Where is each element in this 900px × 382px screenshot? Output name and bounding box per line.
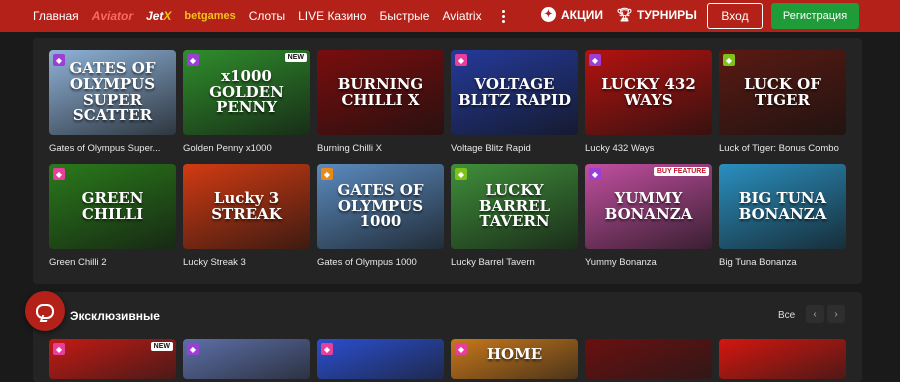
game-card[interactable]: LUCKY 432 WAYS ◆ Lucky 432 Ways [585, 50, 712, 154]
exclusive-game-tile[interactable] [719, 339, 846, 379]
exclusive-game-tile[interactable]: ◆ [317, 339, 444, 379]
game-title[interactable]: Lucky Barrel Tavern [451, 257, 578, 268]
trophy-icon: 🏆︎ [616, 6, 633, 22]
chat-icon [36, 303, 54, 319]
nav-home[interactable]: Главная [33, 9, 79, 23]
nav-aviator[interactable]: Aviator [92, 9, 133, 23]
game-art-text: LUCK OF TIGER [744, 74, 821, 109]
game-title[interactable]: Lucky 432 Ways [585, 143, 712, 154]
game-thumbnail[interactable]: BIG TUNA BONANZA [719, 164, 846, 249]
nav-fast-games[interactable]: Быстрые [379, 9, 429, 23]
exclusive-game-tile[interactable]: ◆ NEW [49, 339, 176, 379]
provider-badge-icon: ◆ [321, 168, 333, 180]
game-thumbnail[interactable]: BURNING CHILLI X [317, 50, 444, 135]
game-title[interactable]: Big Tuna Bonanza [719, 257, 846, 268]
game-card[interactable]: x1000 GOLDEN PENNY ◆ NEW Golden Penny x1000 [183, 50, 310, 154]
game-thumbnail[interactable]: LUCKY BARREL TAVERN ◆ [451, 164, 578, 249]
game-title[interactable]: Lucky Streak 3 [183, 257, 310, 268]
exclusive-title: Эксклюзивные [70, 309, 160, 323]
gift-icon: ✦ [541, 7, 556, 22]
login-button[interactable]: Вход [707, 3, 763, 29]
more-menu-icon[interactable] [499, 9, 509, 23]
register-button[interactable]: Регистрация [771, 3, 859, 29]
next-arrow-icon[interactable]: › [827, 305, 845, 323]
game-title[interactable]: Gates of Olympus Super... [49, 143, 176, 154]
game-card[interactable]: VOLTAGE BLITZ RAPID ◆ Voltage Blitz Rapid [451, 50, 578, 154]
provider-badge-icon: ◆ [723, 54, 735, 66]
game-tag-badge: NEW [150, 342, 173, 351]
game-title[interactable]: Gates of Olympus 1000 [317, 257, 444, 268]
game-title[interactable]: Yummy Bonanza [585, 257, 712, 268]
provider-badge-icon: ◆ [455, 54, 467, 66]
game-card[interactable]: Lucky 3 STREAK Lucky Streak 3 [183, 164, 310, 268]
nav-live-casino[interactable]: LIVE Казино [298, 9, 366, 23]
support-chat-button[interactable] [25, 291, 65, 331]
game-tag-badge: BUY FEATURE [653, 167, 709, 176]
game-card[interactable]: LUCKY BARREL TAVERN ◆ Lucky Barrel Tavern [451, 164, 578, 268]
game-card[interactable]: GREEN CHILLI ◆ Green Chilli 2 [49, 164, 176, 268]
game-thumbnail[interactable]: LUCK OF TIGER ◆ [719, 50, 846, 135]
game-card[interactable]: BIG TUNA BONANZA Big Tuna Bonanza [719, 164, 846, 268]
game-thumbnail[interactable]: VOLTAGE BLITZ RAPID ◆ [451, 50, 578, 135]
game-thumbnail[interactable]: GREEN CHILLI ◆ [49, 164, 176, 249]
game-art-text: BURNING CHILLI X [337, 74, 424, 109]
game-thumbnail[interactable]: GATES OF OLYMPUS 1000 ◆ [317, 164, 444, 249]
game-art-text: LUCKY BARREL TAVERN [478, 180, 551, 231]
nav-jetx[interactable]: JetX [146, 9, 171, 23]
provider-badge-icon: ◆ [53, 343, 65, 355]
game-thumbnail[interactable]: x1000 GOLDEN PENNY ◆ NEW [183, 50, 310, 135]
game-art-text: Lucky 3 STREAK [211, 188, 282, 223]
exclusive-game-tile[interactable]: ◆ [183, 339, 310, 379]
top-header: Главная Aviator JetX betgames Слоты LIVE… [0, 0, 900, 32]
provider-badge-icon: ◆ [187, 343, 199, 355]
tournaments-label: ТУРНИРЫ [637, 7, 697, 22]
game-tag-badge: NEW [284, 53, 307, 62]
game-art-text: VOLTAGE BLITZ RAPID [458, 74, 571, 109]
game-art-text: GATES OF OLYMPUS 1000 [337, 180, 424, 231]
game-thumbnail[interactable]: YUMMY BONANZA ◆ BUY FEATURE [585, 164, 712, 249]
game-title[interactable]: Golden Penny x1000 [183, 143, 310, 154]
game-card[interactable]: YUMMY BONANZA ◆ BUY FEATURE Yummy Bonanza [585, 164, 712, 268]
provider-badge-icon: ◆ [53, 54, 65, 66]
promotions-link[interactable]: ✦ АКЦИИ [541, 7, 603, 22]
jetx-label-jet: Jet [146, 9, 164, 23]
game-art-text: LUCKY 432 WAYS [601, 74, 696, 109]
game-title[interactable]: Burning Chilli X [317, 143, 444, 154]
nav-slots[interactable]: Слоты [249, 9, 285, 23]
provider-badge-icon: ◆ [455, 343, 467, 355]
provider-badge-icon: ◆ [589, 54, 601, 66]
game-card[interactable]: GATES OF OLYMPUS 1000 ◆ Gates of Olympus 1… [317, 164, 444, 268]
game-card[interactable]: GATES OF OLYMPUS SUPER SCATTER ◆ Gates of … [49, 50, 176, 154]
game-thumbnail[interactable]: LUCKY 432 WAYS ◆ [585, 50, 712, 135]
game-title[interactable]: Voltage Blitz Rapid [451, 143, 578, 154]
game-card[interactable]: LUCK OF TIGER ◆ Luck of Tiger: Bonus Combo [719, 50, 846, 154]
game-title[interactable]: Green Chilli 2 [49, 257, 176, 268]
game-title[interactable]: Luck of Tiger: Bonus Combo [719, 143, 846, 154]
jetx-label-x: X [163, 9, 172, 23]
provider-badge-icon: ◆ [455, 168, 467, 180]
provider-badge-icon: ◆ [53, 168, 65, 180]
provider-badge-icon: ◆ [321, 343, 333, 355]
exclusive-all-link[interactable]: Все [778, 310, 795, 321]
exclusive-game-tile[interactable] [585, 339, 712, 379]
game-art-text: HOME [486, 345, 543, 363]
game-art-text: x1000 GOLDEN PENNY [209, 66, 284, 117]
provider-badge-icon: ◆ [187, 54, 199, 66]
game-card[interactable]: BURNING CHILLI X Burning Chilli X [317, 50, 444, 154]
exclusive-game-tile[interactable]: HOME ◆ [451, 339, 578, 379]
nav-betgames[interactable]: betgames [184, 10, 235, 22]
promotions-label: АКЦИИ [561, 7, 604, 22]
game-art-text: BIG TUNA BONANZA [738, 188, 827, 223]
game-thumbnail[interactable]: Lucky 3 STREAK [183, 164, 310, 249]
game-art-text: YUMMY BONANZA [604, 188, 693, 223]
game-thumbnail[interactable]: GATES OF OLYMPUS SUPER SCATTER ◆ [49, 50, 176, 135]
provider-badge-icon: ◆ [589, 168, 601, 180]
game-art-text: GREEN CHILLI [81, 188, 144, 223]
prev-arrow-icon[interactable]: ‹ [806, 305, 824, 323]
game-art-text: GATES OF OLYMPUS SUPER SCATTER [69, 59, 156, 125]
tournaments-link[interactable]: 🏆︎ ТУРНИРЫ [616, 6, 697, 22]
main-nav: Главная Aviator JetX betgames Слоты LIVE… [33, 0, 509, 32]
nav-aviatrix[interactable]: Aviatrix [442, 9, 481, 23]
